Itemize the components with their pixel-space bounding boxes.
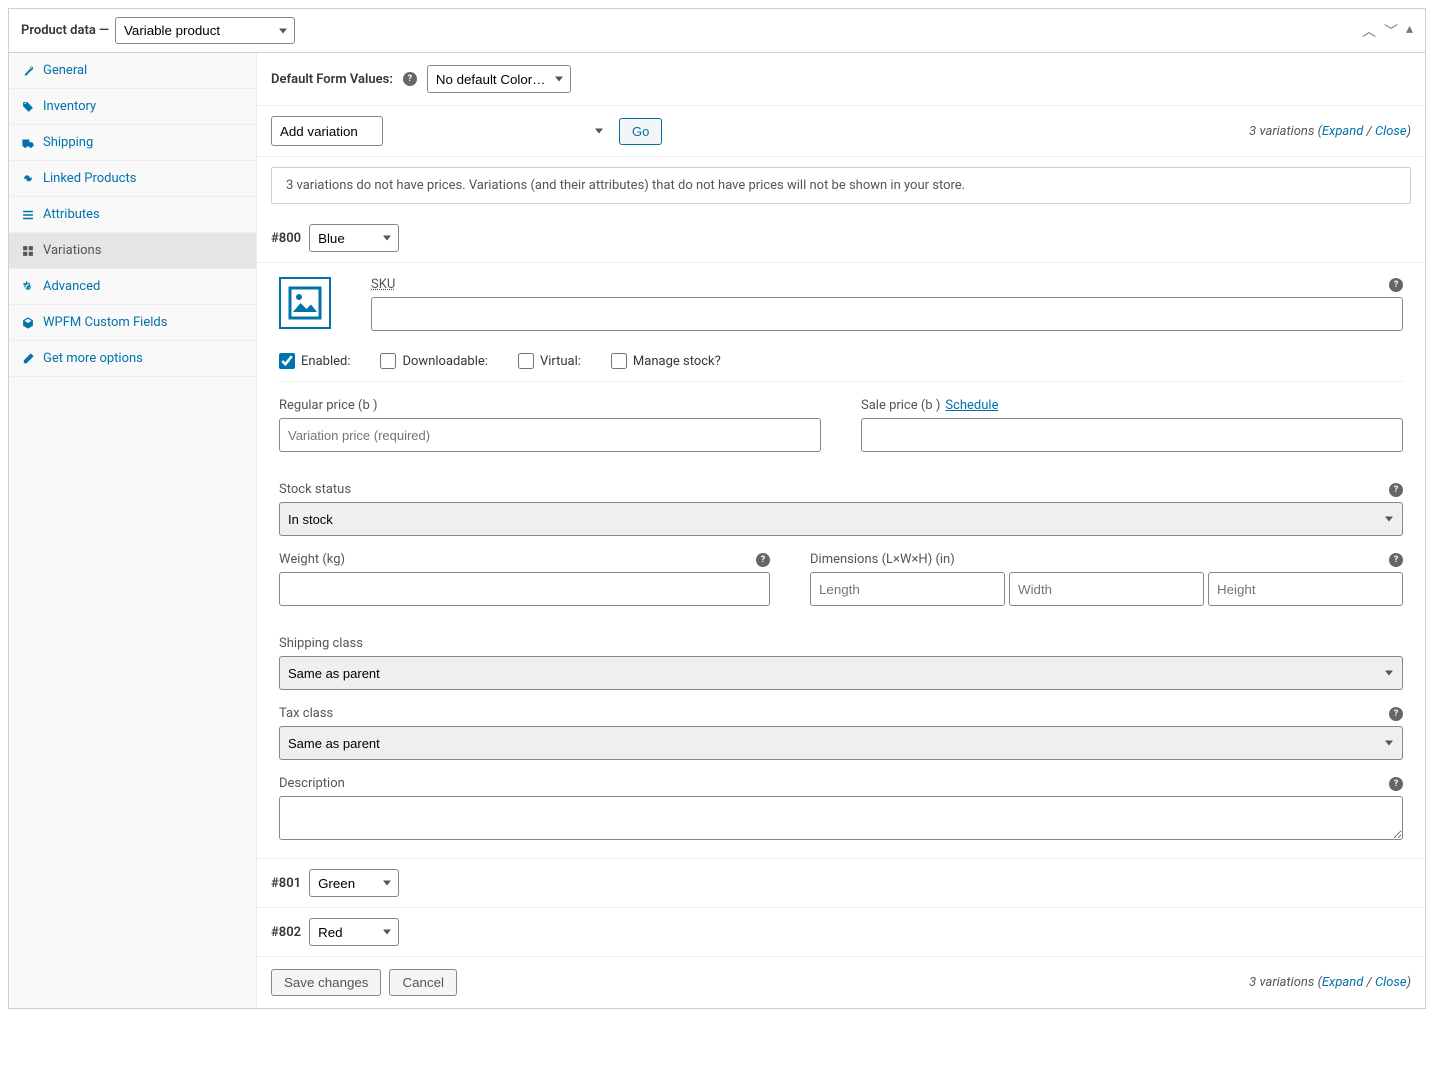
help-icon[interactable]: ? — [756, 553, 770, 567]
expand-link[interactable]: Expand — [1322, 124, 1363, 139]
help-icon[interactable]: ? — [1389, 777, 1403, 791]
virtual-checkbox-label[interactable]: Virtual: — [518, 353, 581, 369]
enabled-checkbox-label[interactable]: Enabled: — [279, 353, 350, 369]
variation-attribute-select[interactable]: Red — [309, 918, 399, 946]
variation-action-select[interactable]: Add variation — [271, 116, 383, 146]
product-data-tabs: General Inventory Shipping Linked Produc… — [9, 53, 257, 1008]
tab-advanced[interactable]: Advanced — [9, 269, 256, 305]
wrench-icon — [21, 64, 35, 78]
cube-icon — [21, 316, 35, 330]
width-input[interactable] — [1009, 572, 1204, 606]
help-icon[interactable]: ? — [403, 72, 417, 86]
tab-label: Get more options — [43, 351, 143, 366]
link-icon — [21, 172, 35, 186]
panel-title: Product data — — [21, 23, 109, 38]
height-input[interactable] — [1208, 572, 1403, 606]
downloadable-checkbox[interactable] — [380, 353, 396, 369]
variation-id: #800 — [271, 231, 301, 246]
variation-802-header: #802 Red — [257, 908, 1425, 957]
cancel-button[interactable]: Cancel — [389, 969, 457, 996]
variation-attribute-select[interactable]: Blue — [309, 224, 399, 252]
gear-icon — [21, 280, 35, 294]
variation-count-meta: 3 variations (Expand / Close) — [1249, 124, 1411, 139]
tab-general[interactable]: General — [9, 53, 256, 89]
variation-image-upload[interactable] — [279, 277, 331, 329]
shipping-class-select[interactable]: Same as parent — [279, 656, 1403, 690]
panel-move-up-icon[interactable]: ︿ — [1362, 21, 1376, 41]
panel-move-down-icon[interactable]: ﹀ — [1384, 21, 1398, 41]
tab-label: Attributes — [43, 207, 100, 222]
length-input[interactable] — [810, 572, 1005, 606]
tab-shipping[interactable]: Shipping — [9, 125, 256, 161]
tab-label: General — [43, 63, 87, 78]
variation-count-meta-footer: 3 variations (Expand / Close) — [1249, 975, 1411, 990]
tab-attributes[interactable]: Attributes — [9, 197, 256, 233]
tab-label: Shipping — [43, 135, 93, 150]
regular-price-label: Regular price (b ) — [279, 398, 378, 413]
tab-label: WPFM Custom Fields — [43, 315, 167, 330]
tab-variations[interactable]: Variations — [9, 233, 256, 269]
tab-more-options[interactable]: Get more options — [9, 341, 256, 377]
product-data-panel: Product data — Variable product ︿ ﹀ ▴ Ge… — [8, 8, 1426, 1009]
weight-input[interactable] — [279, 572, 770, 606]
default-color-select[interactable]: No default Color… — [427, 65, 571, 93]
enabled-checkbox[interactable] — [279, 353, 295, 369]
product-type-select[interactable]: Variable product — [115, 17, 295, 44]
help-icon[interactable]: ? — [1389, 483, 1403, 497]
tax-class-select[interactable]: Same as parent — [279, 726, 1403, 760]
description-label: Description — [279, 776, 345, 791]
dimensions-label: Dimensions (L×W×H) (in) — [810, 552, 955, 567]
tab-label: Variations — [43, 243, 101, 258]
stock-status-label: Stock status — [279, 482, 351, 497]
save-changes-button[interactable]: Save changes — [271, 969, 381, 996]
schedule-link[interactable]: Schedule — [945, 398, 998, 413]
tab-label: Linked Products — [43, 171, 136, 186]
variation-800-body: SKU? Enabled: Downloadable: Virtual: Man… — [257, 263, 1425, 859]
sku-input[interactable] — [371, 297, 1403, 331]
panel-header: Product data — Variable product ︿ ﹀ ▴ — [9, 9, 1425, 53]
help-icon[interactable]: ? — [1389, 553, 1403, 567]
shipping-class-label: Shipping class — [279, 636, 363, 651]
manage-stock-checkbox[interactable] — [611, 353, 627, 369]
tax-class-label: Tax class — [279, 706, 333, 721]
description-textarea[interactable] — [279, 796, 1403, 840]
close-link[interactable]: Close — [1375, 124, 1407, 139]
list-icon — [21, 208, 35, 222]
variation-id: #801 — [271, 876, 301, 891]
go-button[interactable]: Go — [619, 118, 662, 145]
variation-800-header: #800 Blue — [257, 214, 1425, 263]
sku-label: SKU — [371, 277, 395, 292]
default-form-values-label: Default Form Values: — [271, 72, 393, 87]
truck-icon — [21, 136, 35, 150]
tab-inventory[interactable]: Inventory — [9, 89, 256, 125]
variation-attribute-select[interactable]: Green — [309, 869, 399, 897]
tab-label: Inventory — [43, 99, 96, 114]
close-link[interactable]: Close — [1375, 975, 1407, 990]
tab-linked-products[interactable]: Linked Products — [9, 161, 256, 197]
price-warning-notice: 3 variations do not have prices. Variati… — [271, 167, 1411, 204]
expand-link[interactable]: Expand — [1322, 975, 1363, 990]
regular-price-input[interactable] — [279, 418, 821, 452]
grid-icon — [21, 244, 35, 258]
sale-price-input[interactable] — [861, 418, 1403, 452]
variation-id: #802 — [271, 925, 301, 940]
variations-panel: Default Form Values: ? No default Color…… — [257, 53, 1425, 1008]
virtual-checkbox[interactable] — [518, 353, 534, 369]
downloadable-checkbox-label[interactable]: Downloadable: — [380, 353, 487, 369]
help-icon[interactable]: ? — [1389, 707, 1403, 721]
panel-toggle-icon[interactable]: ▴ — [1406, 21, 1413, 41]
variation-801-header: #801 Green — [257, 859, 1425, 908]
sale-price-label: Sale price (b ) — [861, 398, 940, 413]
help-icon[interactable]: ? — [1389, 278, 1403, 292]
tab-wpfm[interactable]: WPFM Custom Fields — [9, 305, 256, 341]
manage-stock-checkbox-label[interactable]: Manage stock? — [611, 353, 721, 369]
stock-status-select[interactable]: In stock — [279, 502, 1403, 536]
tag-icon — [21, 100, 35, 114]
weight-label: Weight (kg) — [279, 552, 345, 567]
pencil-icon — [21, 352, 35, 366]
tab-label: Advanced — [43, 279, 100, 294]
